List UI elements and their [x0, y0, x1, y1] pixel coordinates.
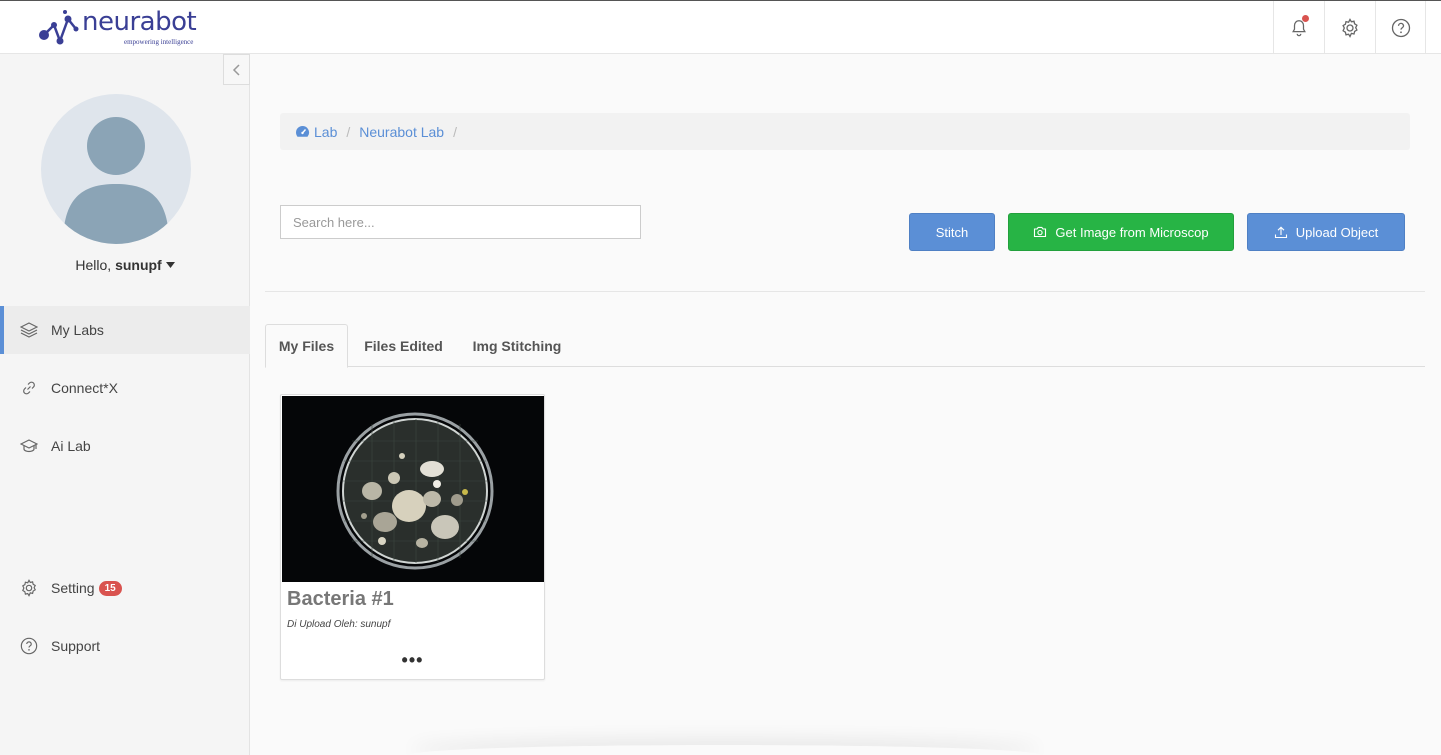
gear-icon [20, 579, 38, 597]
upload-object-button[interactable]: Upload Object [1247, 213, 1405, 251]
tab-files-edited[interactable]: Files Edited [351, 324, 456, 367]
breadcrumb-neurabot-lab-link[interactable]: Neurabot Lab [359, 124, 444, 140]
greeting-text: Hello, [75, 257, 112, 273]
caret-down-icon [165, 262, 175, 268]
section-divider [265, 291, 1425, 292]
user-silhouette-icon [63, 117, 169, 244]
file-thumbnail[interactable] [282, 396, 544, 582]
breadcrumb-separator: / [453, 123, 457, 140]
camera-icon [1033, 226, 1047, 238]
tab-label: Files Edited [364, 337, 443, 354]
sidebar-item-setting[interactable]: Setting 15 [0, 564, 250, 612]
breadcrumb-lab-link[interactable]: Lab [295, 124, 337, 140]
dashboard-icon [296, 125, 310, 137]
microscope-button-label: Get Image from Microscop [1055, 224, 1209, 240]
question-circle-icon [20, 637, 38, 655]
link-icon [20, 379, 38, 397]
brand-logo[interactable]: neurabot empowering intelligence [38, 7, 197, 49]
question-circle-icon [1391, 18, 1410, 37]
get-image-from-microscope-button[interactable]: Get Image from Microscop [1008, 213, 1234, 251]
tab-label: Img Stitching [472, 337, 562, 354]
notification-dot [1302, 15, 1309, 22]
user-greeting[interactable]: Hello, sunupf [0, 257, 250, 273]
sidebar-item-support[interactable]: Support [0, 622, 250, 670]
notifications-button[interactable] [1273, 1, 1324, 54]
brand-tagline: empowering intelligence [124, 38, 194, 46]
breadcrumb-separator: / [346, 123, 351, 140]
username: sunupf [115, 257, 162, 273]
sidebar-item-label: Support [51, 638, 101, 654]
breadcrumb-neurabot-lab-label: Neurabot Lab [359, 123, 445, 140]
tab-my-files[interactable]: My Files [265, 324, 348, 368]
petri-dish-image [282, 396, 544, 582]
avatar[interactable] [41, 94, 191, 244]
layers-icon [20, 321, 38, 339]
sidebar-item-label: Ai Lab [51, 438, 91, 454]
sidebar-item-label: My Labs [51, 322, 104, 338]
file-uploader: Di Upload Oleh: sunupf [287, 619, 391, 630]
sidebar-item-ai-lab[interactable]: Ai Lab [0, 422, 250, 470]
help-button[interactable] [1375, 1, 1426, 54]
tab-img-stitching[interactable]: Img Stitching [461, 324, 573, 367]
upload-button-label: Upload Object [1295, 224, 1379, 240]
breadcrumb: Lab / Neurabot Lab / [280, 113, 1410, 150]
setting-count-badge: 15 [98, 580, 122, 596]
settings-button[interactable] [1324, 1, 1375, 54]
sidebar: Hello, sunupf My Labs Connect*X Ai Lab S… [0, 54, 250, 755]
sidebar-item-label: Setting [51, 580, 95, 596]
file-card[interactable]: Bacteria #1 Di Upload Oleh: sunupf ••• [280, 394, 545, 680]
search-input[interactable] [280, 205, 641, 239]
sidebar-item-label: Connect*X [51, 380, 118, 396]
breadcrumb-lab-label: Lab [314, 123, 338, 140]
file-more-options-button[interactable]: ••• [281, 651, 544, 669]
brand-name: neurabot [82, 7, 197, 37]
stitch-button-label: Stitch [935, 224, 969, 240]
top-header: neurabot empowering intelligence [0, 0, 1441, 54]
file-title: Bacteria #1 [287, 588, 394, 610]
upload-icon [1274, 226, 1288, 239]
stitch-button[interactable]: Stitch [909, 213, 995, 251]
file-tabs: My Files Files Edited Img Stitching [265, 324, 1425, 368]
chevron-left-icon [232, 63, 240, 76]
sidebar-item-connectx[interactable]: Connect*X [0, 364, 250, 412]
tab-label: My Files [278, 338, 335, 354]
footer-shadow [410, 745, 1040, 755]
gear-icon [1342, 17, 1358, 38]
sidebar-item-my-labs[interactable]: My Labs [0, 306, 250, 354]
sidebar-collapse-button[interactable] [223, 54, 250, 85]
graduation-cap-icon [20, 437, 38, 455]
neurabot-logo-icon [39, 10, 79, 45]
